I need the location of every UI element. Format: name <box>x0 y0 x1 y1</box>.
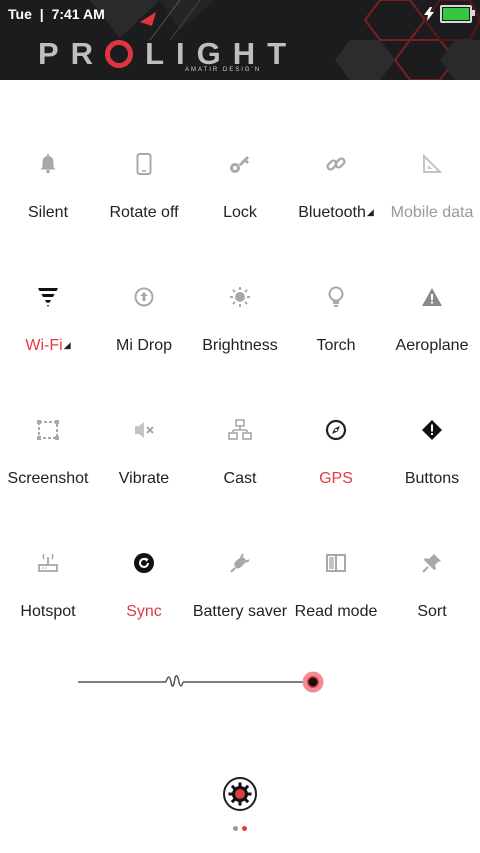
toggle-torch[interactable]: Torch <box>288 265 384 375</box>
header-banner: Tue | 7:41 AM PR LIGHT AMATIR DESIG'N <box>0 0 480 80</box>
page-dot[interactable] <box>233 826 238 831</box>
menu-corner-icon: ◢ <box>366 207 374 218</box>
toggle-sync[interactable]: Sync <box>96 531 192 641</box>
cast-icon <box>220 410 260 450</box>
signal-icon <box>412 144 452 184</box>
bulb-icon <box>316 277 356 317</box>
toggle-label: Read mode <box>294 603 378 620</box>
hotspot-icon <box>28 543 68 583</box>
page-indicator <box>233 826 247 831</box>
status-separator-icon: | <box>39 6 44 22</box>
sun-icon <box>220 277 260 317</box>
toggle-bluetooth[interactable]: Bluetooth◢ <box>288 132 384 242</box>
toggle-label: Vibrate <box>118 470 170 487</box>
toggle-hotspot[interactable]: Hotspot <box>0 531 96 641</box>
toggle-battery-saver[interactable]: Battery saver <box>192 531 288 641</box>
book-icon <box>316 543 356 583</box>
toggle-label: Sync <box>126 603 162 620</box>
toggle-cast[interactable]: Cast <box>192 398 288 508</box>
toggle-silent[interactable]: Silent <box>0 132 96 242</box>
toggle-label: Sort <box>417 603 447 620</box>
screenshot-icon <box>28 410 68 450</box>
status-day: Tue <box>8 6 32 22</box>
toggle-label: Cast <box>223 470 257 487</box>
toggle-label: Bluetooth◢ <box>282 204 390 222</box>
toggle-label: Rotate off <box>109 204 179 221</box>
toggle-label: Brightness <box>202 337 278 354</box>
toggle-label: Battery saver <box>192 603 288 620</box>
status-clock: Tue | 7:41 AM <box>8 6 105 22</box>
toggle-label: Screenshot <box>7 470 89 487</box>
gear-icon <box>223 777 257 811</box>
prolight-logo: PR LIGHT AMATIR DESIG'N <box>38 36 298 73</box>
toggle-label-text: Bluetooth <box>298 204 366 221</box>
battery-fill <box>443 8 469 20</box>
charging-bolt-icon <box>424 7 434 21</box>
battery-icon <box>440 5 475 23</box>
toggle-label: Lock <box>223 204 257 221</box>
toggle-aeroplane[interactable]: Aeroplane <box>384 265 480 375</box>
brightness-slider-thumb[interactable] <box>301 670 325 694</box>
toggle-gps[interactable]: GPS <box>288 398 384 508</box>
toggle-read-mode[interactable]: Read mode <box>288 531 384 641</box>
phone-icon <box>124 144 164 184</box>
toggle-label: Buttons <box>404 470 460 487</box>
toggle-label: Silent <box>27 204 69 221</box>
plug-icon <box>220 543 260 583</box>
logo-subtitle: AMATIR DESIG'N <box>185 67 262 73</box>
toggle-mobile-data[interactable]: Mobile data <box>384 132 480 242</box>
menu-corner-icon: ◢ <box>63 340 71 351</box>
toggle-label: Mobile data <box>390 204 474 221</box>
logo-text-left: PR <box>38 36 106 71</box>
brightness-slider[interactable] <box>78 668 338 698</box>
toggle-screenshot[interactable]: Screenshot <box>0 398 96 508</box>
toggle-wifi[interactable]: Wi-Fi◢ <box>0 265 96 375</box>
key-icon <box>220 144 260 184</box>
wifi-icon <box>28 277 68 317</box>
bell-icon <box>28 144 68 184</box>
page-dot[interactable] <box>242 826 247 831</box>
settings-button[interactable] <box>222 776 258 812</box>
toggle-label: Mi Drop <box>115 337 172 354</box>
upload-icon <box>124 277 164 317</box>
toggle-rotate[interactable]: Rotate off <box>96 132 192 242</box>
toggle-brightness[interactable]: Brightness <box>192 265 288 375</box>
sync-icon <box>124 543 164 583</box>
status-icons <box>424 5 475 23</box>
status-time: 7:41 AM <box>51 6 105 22</box>
toggle-mi-drop[interactable]: Mi Drop <box>96 265 192 375</box>
toggle-buttons[interactable]: Buttons <box>384 398 480 508</box>
toggle-vibrate[interactable]: Vibrate <box>96 398 192 508</box>
pin-icon <box>412 543 452 583</box>
diamond-alert-icon <box>412 410 452 450</box>
logo-ring-icon <box>105 40 134 68</box>
compass-icon <box>316 410 356 450</box>
brightness-slider-track <box>78 675 310 687</box>
toggle-lock[interactable]: Lock <box>192 132 288 242</box>
toggle-label: Aeroplane <box>395 337 469 354</box>
toggle-label: Wi-Fi◢ <box>0 337 102 355</box>
vibrate-icon <box>124 410 164 450</box>
toggle-label: GPS <box>319 470 353 487</box>
warning-icon <box>412 277 452 317</box>
toggle-label-text: Wi-Fi <box>25 337 63 354</box>
toggle-label: Hotspot <box>20 603 76 620</box>
link-icon <box>316 144 356 184</box>
toggle-label: Torch <box>316 337 356 354</box>
toggle-sort[interactable]: Sort <box>384 531 480 641</box>
